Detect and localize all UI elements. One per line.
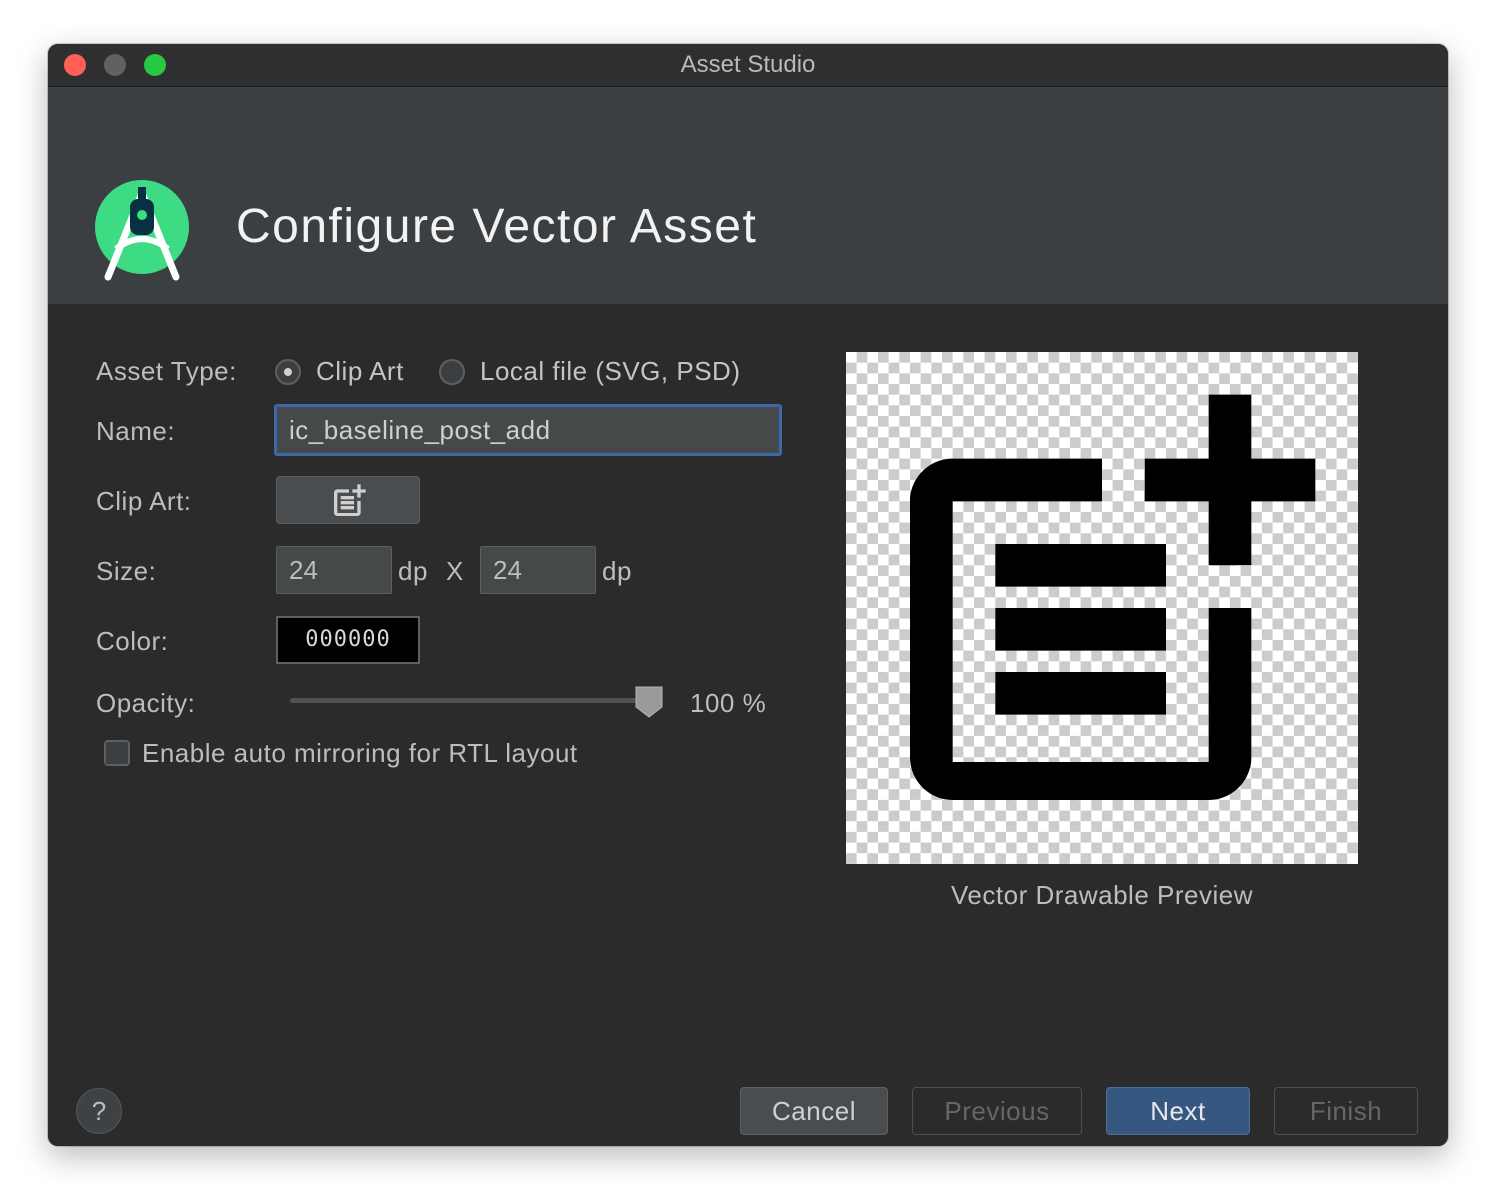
vector-drawable-preview bbox=[846, 352, 1358, 864]
previous-button[interactable]: Previous bbox=[912, 1087, 1082, 1135]
post-add-icon bbox=[910, 394, 1316, 800]
page-title: Configure Vector Asset bbox=[236, 200, 758, 253]
opacity-slider-track[interactable] bbox=[290, 698, 640, 703]
preview-caption: Vector Drawable Preview bbox=[951, 880, 1253, 910]
color-label: Color: bbox=[96, 626, 169, 656]
auto-mirroring-checkbox[interactable] bbox=[104, 740, 130, 766]
auto-mirroring-label[interactable]: Enable auto mirroring for RTL layout bbox=[142, 738, 578, 769]
dialog-footer: ? Cancel Previous Next Finish bbox=[48, 1053, 1448, 1146]
clip-art-label: Clip Art: bbox=[96, 486, 192, 516]
form-panel: Asset Type: Clip Art Local file (SVG, PS… bbox=[48, 304, 1448, 1054]
finish-button[interactable]: Finish bbox=[1274, 1087, 1418, 1135]
clip-art-radio[interactable] bbox=[275, 359, 301, 385]
clip-art-picker-button[interactable] bbox=[276, 476, 420, 524]
local-file-radio-label[interactable]: Local file (SVG, PSD) bbox=[480, 356, 740, 387]
title-bar: Asset Studio bbox=[48, 44, 1448, 87]
opacity-value: 100 % bbox=[690, 688, 767, 718]
window-title: Asset Studio bbox=[680, 51, 816, 78]
next-button[interactable]: Next bbox=[1106, 1087, 1250, 1135]
asset-type-label: Asset Type: bbox=[96, 356, 237, 386]
color-picker-swatch[interactable]: 000000 bbox=[276, 616, 420, 664]
clip-art-radio-label[interactable]: Clip Art bbox=[316, 356, 404, 387]
opacity-label: Opacity: bbox=[96, 688, 196, 718]
size-height-unit: dp bbox=[602, 556, 632, 586]
cancel-button[interactable]: Cancel bbox=[740, 1087, 888, 1135]
local-file-radio[interactable] bbox=[439, 359, 465, 385]
size-height-input[interactable]: 24 bbox=[480, 546, 596, 594]
help-button[interactable]: ? bbox=[76, 1088, 122, 1134]
size-width-input[interactable]: 24 bbox=[276, 546, 392, 594]
opacity-slider-thumb[interactable] bbox=[634, 685, 664, 719]
size-separator: X bbox=[446, 556, 464, 586]
name-label: Name: bbox=[96, 416, 176, 446]
name-input[interactable]: ic_baseline_post_add bbox=[274, 404, 782, 456]
android-studio-logo-icon bbox=[95, 180, 189, 281]
size-label: Size: bbox=[96, 556, 157, 586]
asset-studio-window: Asset Studio Configure Vector Asset Asse… bbox=[48, 44, 1448, 1146]
size-width-unit: dp bbox=[398, 556, 428, 586]
post-add-icon bbox=[334, 484, 366, 516]
